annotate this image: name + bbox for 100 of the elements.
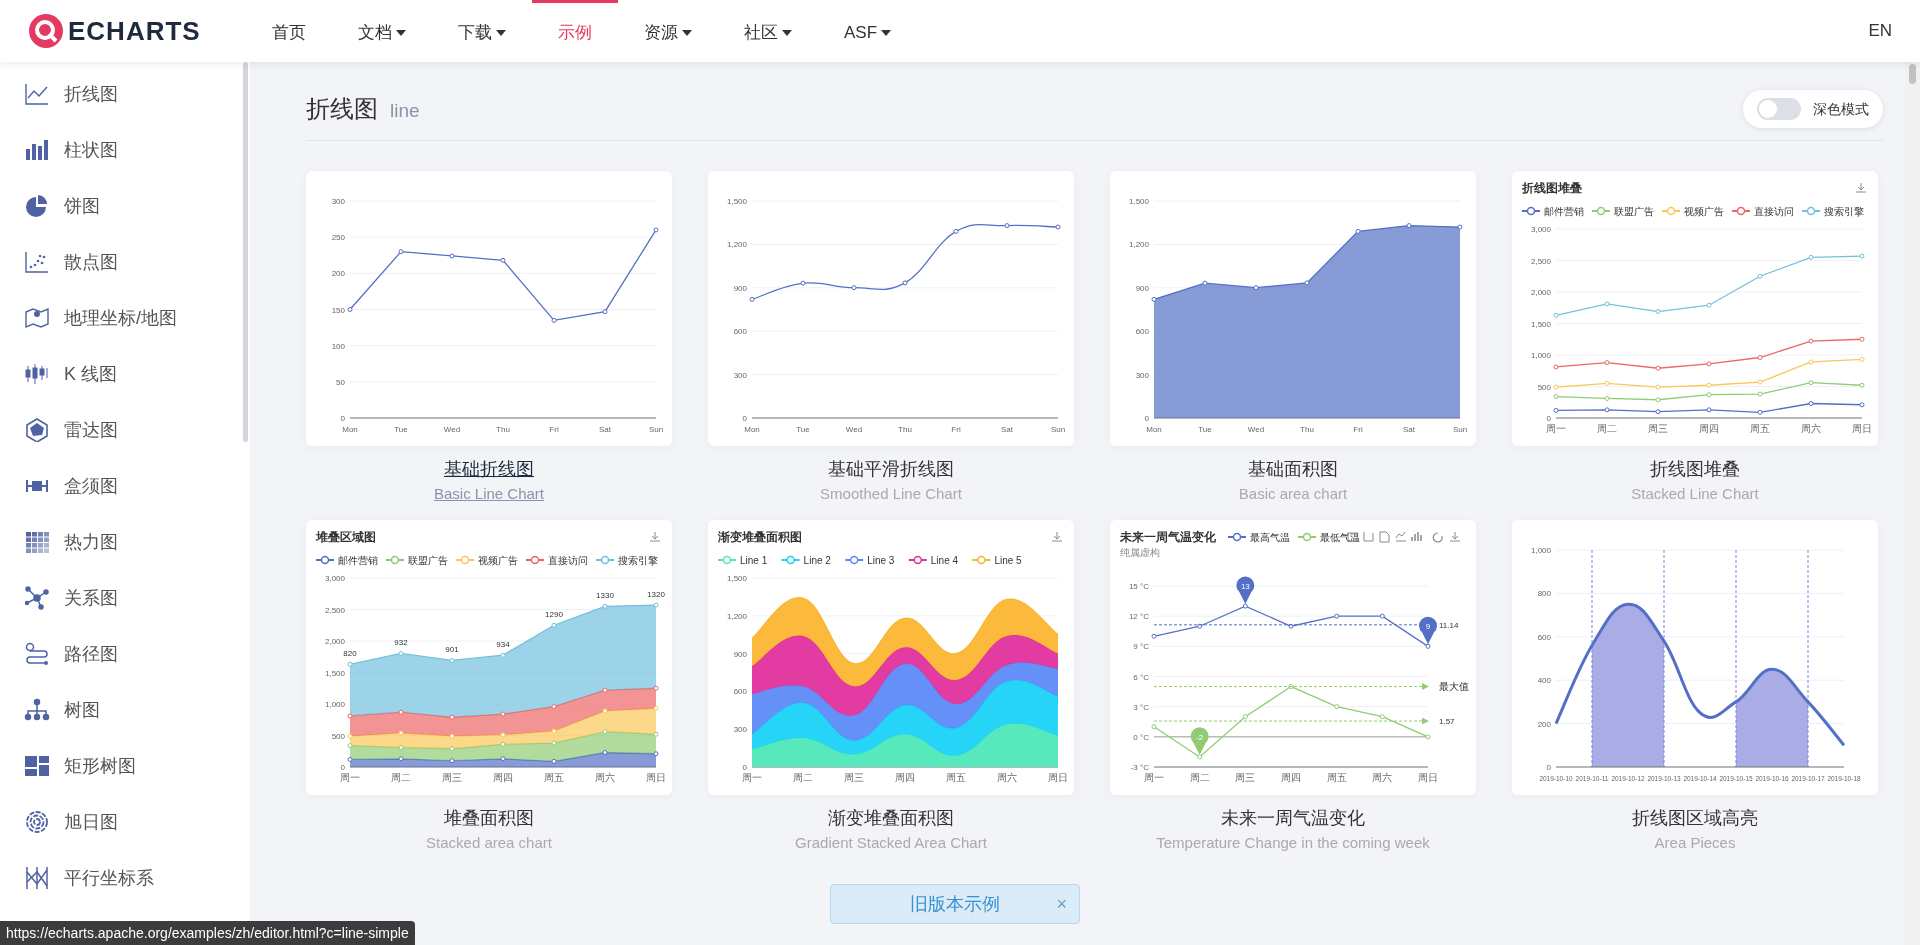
legend-label[interactable]: 最低气温 bbox=[1320, 531, 1360, 542]
legend-label[interactable]: 邮件营销 bbox=[338, 554, 378, 565]
axis-tick-label: 3 °C bbox=[1133, 702, 1149, 712]
legend-label[interactable]: Line 3 bbox=[867, 554, 895, 565]
axis-tick-label: 900 bbox=[1135, 283, 1149, 293]
sidebar-item[interactable]: 热力图 bbox=[0, 514, 250, 570]
example-title-link[interactable]: 未来一周气温变化 bbox=[1221, 804, 1365, 832]
legend-label[interactable]: 直接访问 bbox=[548, 554, 588, 565]
sidebar-item[interactable]: 饼图 bbox=[0, 178, 250, 234]
data-label: 1320 bbox=[647, 589, 665, 599]
legend-label[interactable]: 搜索引擎 bbox=[618, 554, 658, 565]
nav-link[interactable]: 文档 bbox=[332, 0, 432, 62]
sidebar-item[interactable]: 折线图 bbox=[0, 66, 250, 122]
axis-category-label: 周一 bbox=[742, 771, 762, 783]
axis-tick-label: 300 bbox=[733, 370, 747, 380]
legend-label[interactable]: 最高气温 bbox=[1250, 531, 1290, 542]
legend-label[interactable]: 视频广告 bbox=[1684, 205, 1724, 217]
axis-category-label: 周六 bbox=[595, 771, 615, 783]
axis-tick-label: 900 bbox=[733, 649, 747, 659]
legend-label[interactable]: Line 2 bbox=[803, 554, 831, 565]
legend-label[interactable]: 视频广告 bbox=[478, 554, 518, 565]
axis-category-label: Wed bbox=[845, 425, 863, 434]
axis-category-label: Fri bbox=[1353, 425, 1363, 434]
example-title-link[interactable]: 堆叠面积图 bbox=[444, 804, 534, 832]
sidebar-item[interactable]: 地理坐标/地图 bbox=[0, 290, 250, 346]
legend-label[interactable]: 邮件营销 bbox=[1544, 205, 1584, 217]
axis-tick-label: 100 bbox=[331, 341, 345, 351]
example-title-link[interactable]: 渐变堆叠面积图 bbox=[828, 804, 954, 832]
example-title-link[interactable]: 折线图区域高亮 bbox=[1632, 804, 1758, 832]
axis-tick-label: 600 bbox=[1135, 327, 1149, 337]
axis-category-label: 周六 bbox=[1372, 771, 1393, 783]
nav-link[interactable]: 下载 bbox=[432, 0, 532, 62]
nav-link[interactable]: 社区 bbox=[718, 0, 818, 62]
axis-category-label: 周二 bbox=[391, 771, 411, 783]
axis-tick-label: 9 °C bbox=[1133, 641, 1149, 651]
axis-tick-label: 500 bbox=[1537, 382, 1551, 392]
example-title-link[interactable]: 折线图堆叠 bbox=[1650, 456, 1740, 483]
nav-link[interactable]: 首页 bbox=[246, 0, 332, 62]
axis-tick-label: 1,200 bbox=[726, 240, 747, 250]
chart-title: 未来一周气温变化 bbox=[1120, 529, 1216, 544]
marker-label: 11.14 bbox=[1439, 620, 1459, 630]
axis-category-label: 周三 bbox=[1235, 771, 1256, 783]
sidebar-item[interactable]: 盒须图 bbox=[0, 458, 250, 514]
section-subtitle: line bbox=[390, 98, 420, 123]
language-link[interactable]: EN bbox=[1868, 18, 1892, 44]
axis-category-label: Mon bbox=[744, 425, 760, 434]
sidebar-item[interactable]: 柱状图 bbox=[0, 122, 250, 178]
example-title-link[interactable]: 基础面积图 bbox=[1248, 456, 1338, 483]
axis-tick-label: 600 bbox=[733, 327, 747, 337]
axis-tick-label: 0 bbox=[742, 414, 747, 423]
legend-label[interactable]: 直接访问 bbox=[1754, 205, 1794, 217]
sidebar-item[interactable]: 关系图 bbox=[0, 570, 250, 626]
axis-tick-label: 1,200 bbox=[1128, 240, 1149, 250]
axis-tick-label: 6 °C bbox=[1133, 672, 1149, 681]
sidebar-item[interactable]: 平行坐标系 bbox=[0, 850, 250, 906]
annotation: -2 bbox=[1196, 732, 1204, 742]
axis-tick-label: 200 bbox=[331, 269, 345, 279]
example-subtitle: Stacked Line Chart bbox=[1631, 484, 1759, 504]
axis-category-label: 周日 bbox=[1852, 423, 1872, 434]
axis-tick-label: 150 bbox=[331, 305, 345, 315]
axis-tick-label: 1,500 bbox=[1128, 197, 1149, 206]
sidebar-item[interactable]: 旭日图 bbox=[0, 794, 250, 850]
axis-category-label: 周一 bbox=[340, 771, 360, 783]
nav-link[interactable]: 示例 bbox=[532, 0, 618, 62]
axis-category-label: Thu bbox=[898, 425, 912, 434]
example-title-link[interactable]: 基础平滑折线图 bbox=[828, 456, 954, 483]
axis-tick-label: 300 bbox=[733, 724, 747, 734]
sidebar-item[interactable]: 路径图 bbox=[0, 626, 250, 682]
nav-link[interactable]: 资源 bbox=[618, 0, 718, 62]
sidebar-item[interactable]: 雷达图 bbox=[0, 402, 250, 458]
legend-label[interactable]: 联盟广告 bbox=[408, 554, 448, 565]
axis-tick-label: 50 bbox=[336, 377, 345, 387]
example-subtitle: Stacked area chart bbox=[426, 832, 552, 853]
axis-tick-label: 3,000 bbox=[1530, 225, 1551, 234]
example-subtitle: Area Pieces bbox=[1654, 832, 1736, 853]
legend-label[interactable]: Line 1 bbox=[740, 554, 768, 565]
legend-label[interactable]: Line 5 bbox=[994, 554, 1022, 565]
chart-title: 折线图堆叠 bbox=[1522, 181, 1582, 195]
nav-link[interactable]: ASF bbox=[818, 0, 918, 62]
axis-tick-label: 0 bbox=[340, 414, 345, 423]
axis-category-label: Fri bbox=[951, 425, 961, 434]
axis-category-label: 周五 bbox=[1750, 423, 1770, 434]
legend-label[interactable]: Line 4 bbox=[930, 554, 959, 565]
sidebar-item[interactable]: K 线图 bbox=[0, 346, 250, 402]
legend-label[interactable]: 搜索引擎 bbox=[1824, 205, 1864, 217]
example-title-link[interactable]: 基础折线图 bbox=[444, 456, 534, 483]
legend-label[interactable]: 联盟广告 bbox=[1614, 205, 1654, 217]
sidebar-item[interactable]: 矩形树图 bbox=[0, 738, 250, 794]
sidebar-item[interactable]: 散点图 bbox=[0, 234, 250, 290]
map-pin-marker: 13 bbox=[1236, 575, 1255, 604]
axis-tick-label: 1,000 bbox=[324, 699, 345, 709]
axis-category-label: 周二 bbox=[1597, 423, 1617, 434]
dark-mode-toggle[interactable]: 深色模式 bbox=[1743, 90, 1883, 128]
axis-category-label: Sun bbox=[648, 425, 664, 434]
axis-tick-label: 3,000 bbox=[324, 573, 345, 583]
chart-title: 渐变堆叠面积图 bbox=[718, 529, 802, 544]
axis-tick-label: 1,000 bbox=[1530, 351, 1551, 360]
sidebar-item[interactable]: 树图 bbox=[0, 682, 250, 738]
axis-category-label: 周五 bbox=[946, 771, 966, 783]
section-title: 折线图 bbox=[306, 94, 378, 124]
